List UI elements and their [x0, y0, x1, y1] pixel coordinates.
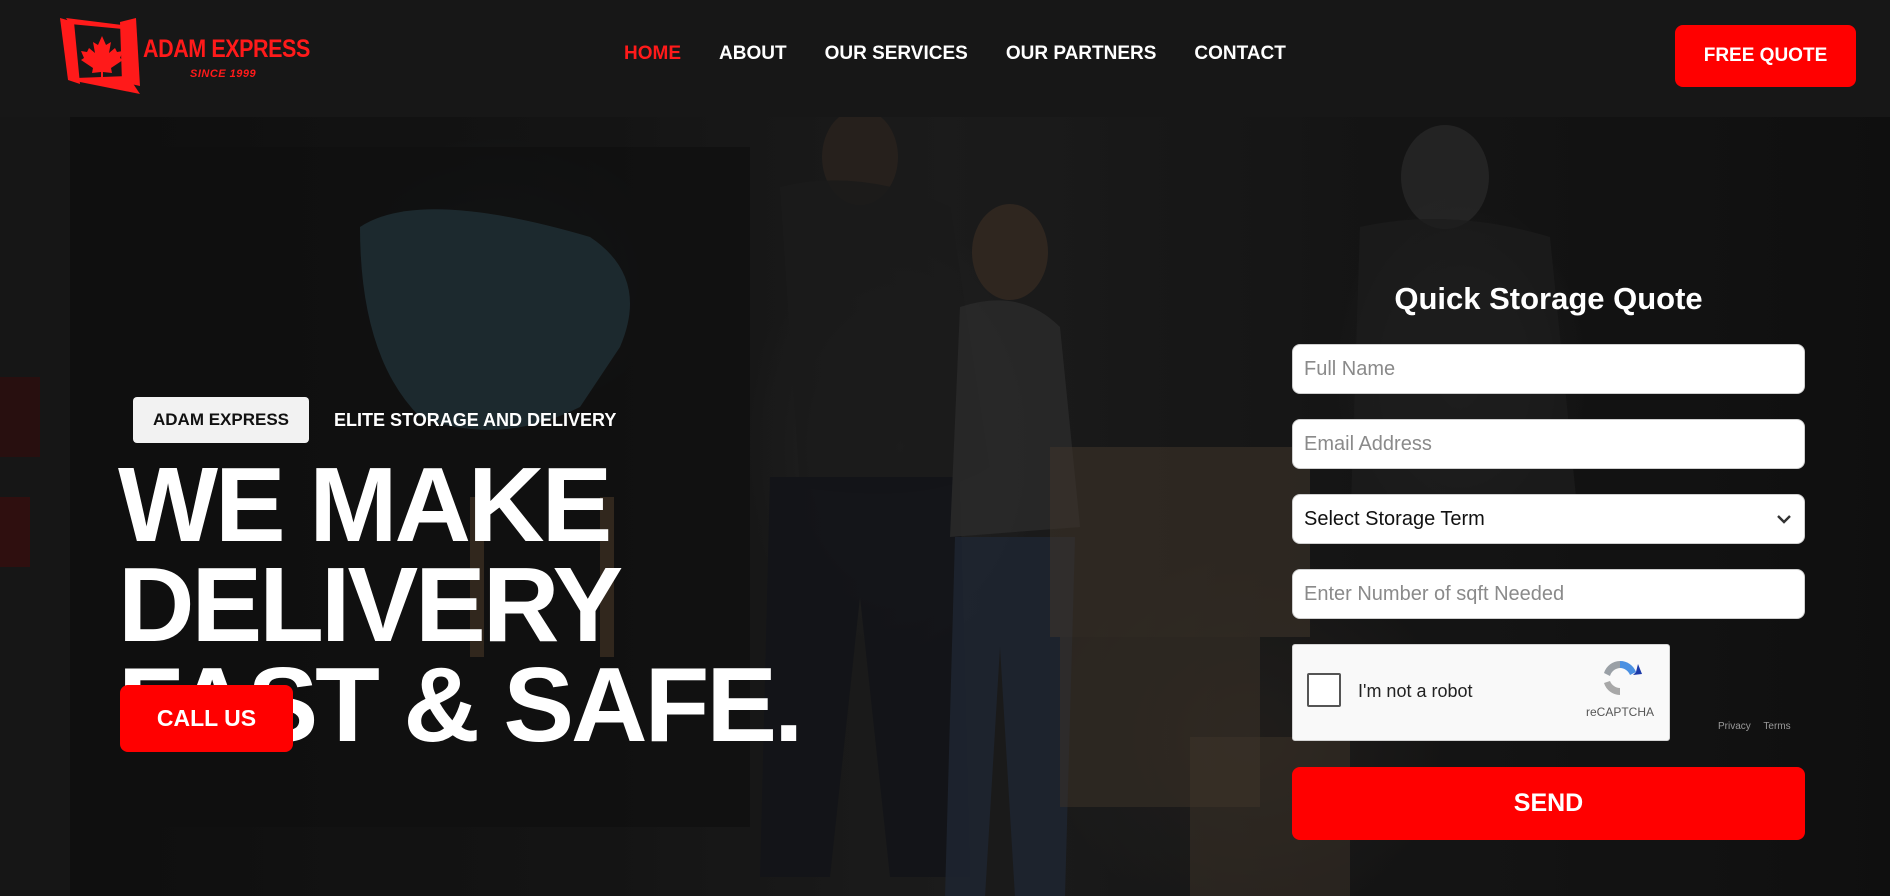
sqft-input[interactable]: [1292, 569, 1805, 619]
recaptcha-icon: [1604, 660, 1642, 695]
full-name-input[interactable]: [1292, 344, 1805, 394]
recaptcha-links: Privacy Terms: [1718, 721, 1801, 732]
recaptcha-checkbox[interactable]: [1307, 673, 1341, 707]
main-nav: HOME ABOUT OUR SERVICES OUR PARTNERS CON…: [624, 43, 1324, 65]
maple-leaf-flag-icon: [60, 18, 140, 94]
storage-term-select[interactable]: Select Storage Term: [1292, 494, 1805, 544]
nav-item-about[interactable]: ABOUT: [719, 43, 787, 65]
site-header: ADAM EXPRESS SINCE 1999 HOME ABOUT OUR S…: [0, 0, 1890, 117]
nav-item-our-partners[interactable]: OUR PARTNERS: [1006, 43, 1157, 65]
nav-item-our-services[interactable]: OUR SERVICES: [825, 43, 968, 65]
recaptcha-brand: reCAPTCHA: [1586, 705, 1655, 719]
send-button[interactable]: SEND: [1292, 767, 1805, 840]
brand-since: SINCE 1999: [190, 68, 257, 80]
email-input[interactable]: [1292, 419, 1805, 469]
hero-section: ADAM EXPRESS ELITE STORAGE AND DELIVERY …: [0, 117, 1890, 896]
brand-badge: ADAM EXPRESS: [133, 397, 310, 443]
nav-item-home[interactable]: HOME: [624, 43, 681, 65]
brand-logo[interactable]: ADAM EXPRESS SINCE 1999: [58, 16, 310, 98]
brand-name: ADAM EXPRESS: [143, 35, 310, 63]
recaptcha-widget: I'm not a robot reCAPTCHA: [1292, 644, 1670, 741]
tagline-text: ELITE STORAGE AND DELIVERY: [334, 409, 617, 430]
chevron-down-icon: [1777, 515, 1791, 524]
form-title: Quick Storage Quote: [1394, 281, 1703, 316]
headline-line-1: WE MAKE DELIVERY: [118, 446, 623, 664]
free-quote-button[interactable]: FREE QUOTE: [1675, 25, 1856, 87]
call-us-button[interactable]: CALL US: [120, 685, 293, 752]
recaptcha-terms-link[interactable]: Terms: [1763, 721, 1790, 732]
nav-item-contact[interactable]: CONTACT: [1194, 43, 1285, 65]
storage-term-value: Select Storage Term: [1304, 507, 1485, 530]
recaptcha-privacy-link[interactable]: Privacy: [1718, 721, 1751, 732]
hero-tagline: ADAM EXPRESS ELITE STORAGE AND DELIVERY: [133, 397, 616, 443]
recaptcha-label: I'm not a robot: [1358, 681, 1473, 701]
